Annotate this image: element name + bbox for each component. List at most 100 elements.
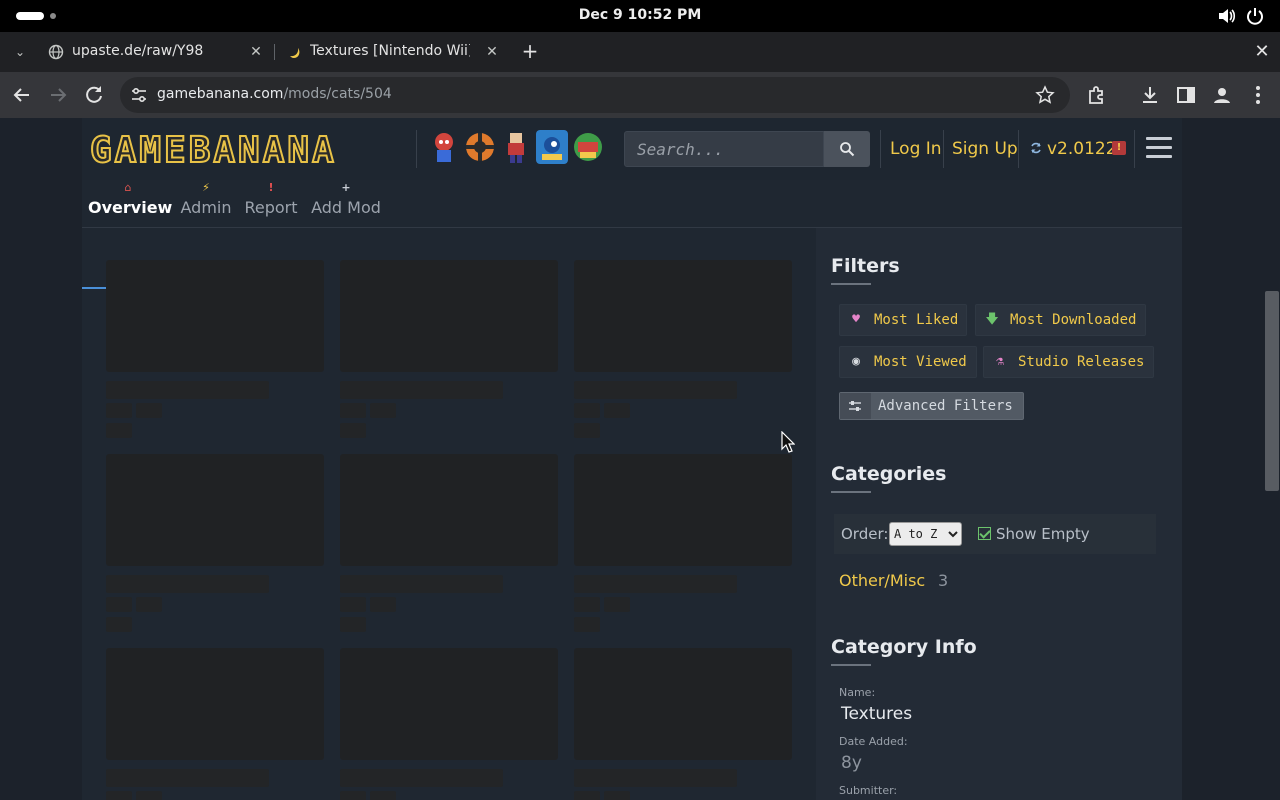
flask-icon: ⚗ — [996, 354, 1004, 369]
header-divider — [880, 130, 881, 168]
window-close-icon[interactable]: ✕ — [1250, 40, 1274, 64]
skeleton-card — [574, 260, 792, 450]
search-button[interactable] — [824, 131, 870, 167]
order-label: Order: — [841, 525, 889, 543]
game-sonic-icon[interactable] — [536, 130, 568, 164]
game-worldbox-icon[interactable] — [572, 130, 604, 164]
filter-most-viewed-button[interactable]: ◉ Most Viewed — [839, 346, 977, 378]
download-arrow-icon: 🡇 — [985, 312, 999, 327]
show-empty-checkbox[interactable]: Show Empty — [978, 525, 1090, 543]
header-divider — [943, 130, 944, 168]
tab-label: Add Mod — [311, 198, 381, 217]
filter-label: Most Viewed — [874, 354, 967, 370]
skeleton-card — [340, 260, 558, 450]
skeleton-card — [106, 260, 324, 450]
category-link-other-misc[interactable]: Other/Misc — [839, 571, 925, 590]
tab-overview[interactable]: ⌂ Overview — [88, 180, 172, 228]
tab-report[interactable]: ! Report — [244, 180, 298, 228]
game-character-icon[interactable] — [500, 130, 532, 164]
close-tab-icon[interactable]: ✕ — [246, 42, 266, 62]
info-submitter-label: Submitter: — [839, 784, 898, 797]
site-info-tune-icon[interactable] — [130, 86, 148, 104]
power-icon[interactable] — [1245, 6, 1265, 26]
tab-textures[interactable]: Textures [Nintendo Wii] [ ✕ — [276, 32, 510, 72]
filter-label: Most Liked — [874, 312, 959, 328]
more-vertical-icon[interactable] — [1246, 83, 1270, 107]
plus-icon: + — [341, 181, 351, 194]
side-panel-icon[interactable] — [1174, 83, 1198, 107]
filter-studio-releases-button[interactable]: ⚗ Studio Releases — [983, 346, 1154, 378]
tab-upaste[interactable]: upaste.de/raw/Y98 ✕ — [38, 32, 274, 72]
checkmark-icon — [978, 527, 991, 540]
mouse-cursor-icon — [781, 431, 795, 453]
tab-title: upaste.de/raw/Y98 — [72, 43, 204, 59]
category-order-controls: Order: A to Z Show Empty — [834, 514, 1156, 554]
header-divider — [416, 130, 417, 168]
profile-avatar-icon[interactable] — [1210, 83, 1234, 107]
os-top-bar: Dec 9 10:52 PM — [0, 0, 1280, 32]
filters-heading: Filters — [831, 255, 900, 277]
category-count: 3 — [938, 571, 949, 590]
info-name-value: Textures — [841, 704, 913, 724]
search-input[interactable] — [624, 131, 824, 167]
filter-most-liked-button[interactable]: ♥ Most Liked — [839, 304, 967, 336]
url-text[interactable]: gamebanana.com/mods/cats/504 — [157, 86, 392, 102]
game-fnf-icon[interactable] — [428, 130, 460, 164]
filter-label: Most Downloaded — [1010, 312, 1137, 328]
categories-heading: Categories — [831, 463, 947, 485]
skeleton-card — [574, 454, 792, 644]
login-link[interactable]: Log In — [890, 139, 942, 159]
close-tab-icon[interactable]: ✕ — [482, 42, 502, 62]
reload-icon[interactable] — [82, 83, 106, 107]
version-link[interactable]: v2.0122 — [1047, 139, 1117, 159]
system-clock[interactable]: Dec 9 10:52 PM — [0, 7, 1280, 23]
heading-rule — [831, 664, 871, 666]
section-tabs: ⌂ Overview ⚡ Admin ! Report + Add Mod — [82, 180, 1182, 289]
search-icon — [840, 142, 855, 157]
skeleton-card — [340, 648, 558, 800]
skeleton-card — [106, 648, 324, 800]
tab-label: Admin — [180, 198, 232, 217]
header-divider — [1018, 130, 1019, 168]
tab-admin[interactable]: ⚡ Admin — [178, 180, 234, 228]
page-viewport: GAMEBANANA Search... Log In Sign Up v2.0… — [0, 118, 1280, 800]
address-bar[interactable]: gamebanana.com/mods/cats/504 — [120, 77, 1070, 113]
logo-text: GAMEBANANA — [89, 129, 337, 172]
new-tab-plus-icon[interactable]: + — [518, 40, 542, 64]
info-name-label: Name: — [839, 686, 876, 699]
category-info-heading: Category Info — [831, 636, 977, 658]
bolt-icon: ⚡ — [202, 181, 210, 194]
skeleton-card — [340, 454, 558, 644]
gamebanana-logo[interactable]: GAMEBANANA — [89, 129, 408, 172]
tab-separator — [274, 44, 275, 60]
back-arrow-icon[interactable] — [10, 83, 34, 107]
heading-rule — [831, 283, 871, 285]
info-date-label: Date Added: — [839, 735, 908, 748]
skeleton-card — [106, 454, 324, 644]
version-alert-badge[interactable]: ! — [1112, 141, 1126, 155]
volume-icon[interactable] — [1217, 7, 1237, 25]
advanced-filters-button[interactable]: Advanced Filters — [839, 392, 1024, 420]
skeleton-card — [574, 648, 792, 800]
browser-toolbar: gamebanana.com/mods/cats/504 — [0, 72, 1280, 118]
download-icon[interactable] — [1138, 83, 1162, 107]
page-scrollbar-thumb[interactable] — [1265, 291, 1279, 491]
order-select[interactable]: A to Z — [889, 522, 962, 546]
forward-arrow-icon[interactable] — [46, 83, 70, 107]
tab-title: Textures [Nintendo Wii] [ — [310, 43, 470, 59]
globe-icon — [48, 44, 64, 60]
tab-search-chevron-icon[interactable]: ⌄ — [10, 42, 30, 62]
tab-strip: ⌄ upaste.de/raw/Y98 ✕ Textures [Nintendo… — [0, 32, 1280, 72]
signup-link[interactable]: Sign Up — [952, 139, 1018, 159]
update-cycle-icon — [1031, 142, 1041, 154]
heading-rule — [831, 491, 871, 493]
game-tf2-icon[interactable] — [464, 130, 496, 164]
sidebar: Filters ♥ Most Liked 🡇 Most Downloaded ◉… — [816, 228, 1182, 800]
hamburger-menu-icon[interactable] — [1146, 135, 1172, 161]
bookmark-star-icon[interactable] — [1035, 85, 1055, 105]
heart-icon: ♥ — [852, 312, 860, 327]
tab-add-mod[interactable]: + Add Mod — [310, 180, 382, 228]
filter-most-downloaded-button[interactable]: 🡇 Most Downloaded — [975, 304, 1146, 336]
extensions-puzzle-icon[interactable] — [1085, 83, 1109, 107]
advanced-filters-label: Advanced Filters — [878, 398, 1013, 414]
